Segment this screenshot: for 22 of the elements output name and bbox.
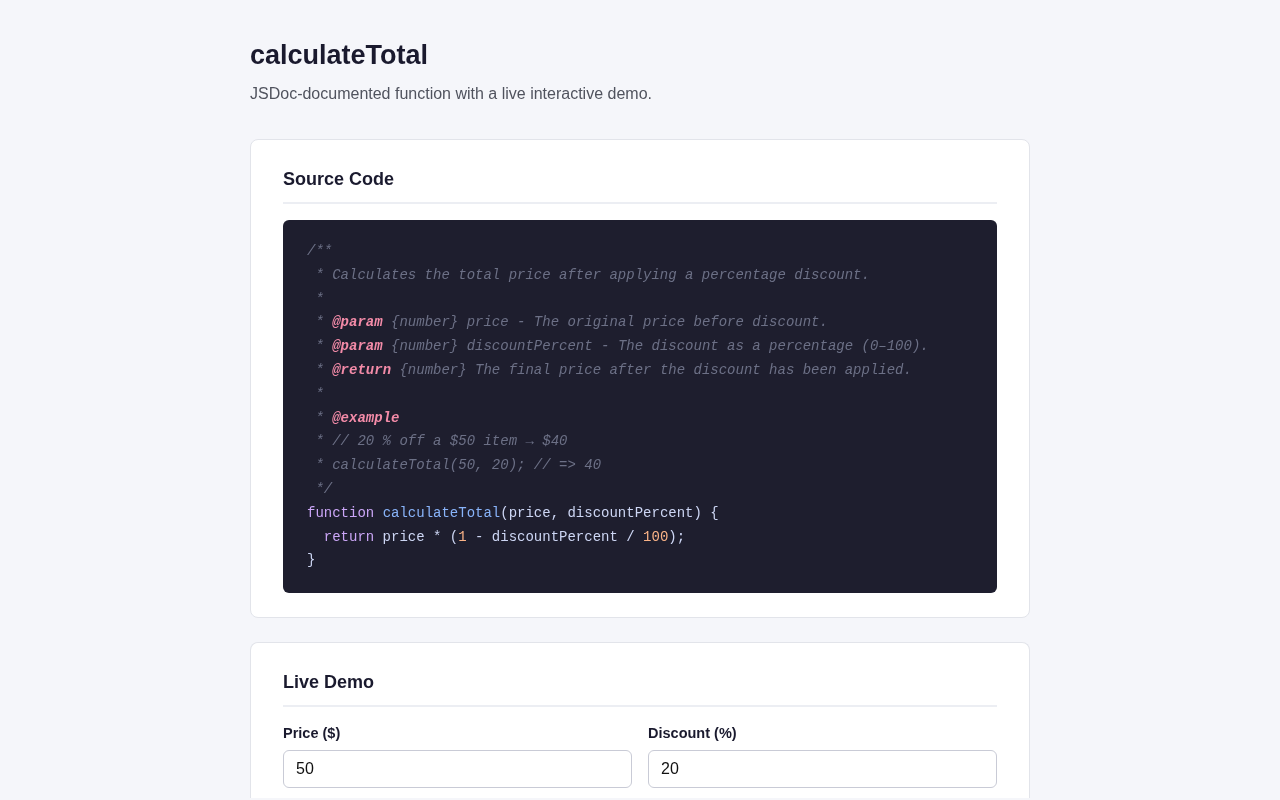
field-label: Discount (%) — [648, 724, 737, 744]
code-line: * — [314, 289, 324, 309]
code-line: * Calculates the total price after applying a percentage discount. — [314, 265, 870, 285]
page-subtitle: JSDoc-documented function with a live interactive demo. — [250, 84, 652, 104]
code-line: return price * (1 - discountPercent / 100); — [322, 527, 686, 547]
field-label: Price ($) — [283, 724, 341, 744]
code-line: * // 20 % off a $50 item → $40 — [314, 432, 568, 452]
section-heading: Source Code — [283, 168, 395, 191]
code-line: * @return {number} The final price after the discount has been applied. — [314, 361, 912, 380]
page-title: calculateTotal — [250, 39, 429, 72]
code-line: */ — [314, 479, 333, 499]
code-line: * @example — [314, 408, 400, 428]
code-line: * — [314, 384, 324, 404]
code-line: } — [307, 551, 316, 571]
code-line: * @param {number} price - The original price before discount. — [314, 313, 828, 333]
input-field[interactable]: 20 — [648, 750, 997, 789]
code-line: * calculateTotal(50, 20); // => 40 — [314, 456, 602, 476]
input-field[interactable]: 50 — [283, 750, 632, 789]
code-line: /** — [307, 242, 333, 261]
code-line: function calculateTotal(price, discountPercent) { — [307, 503, 719, 523]
code-line: * @param {number} discountPercent - The discount as a percentage (0–100). — [314, 337, 929, 357]
section-heading: Live Demo — [283, 671, 375, 695]
